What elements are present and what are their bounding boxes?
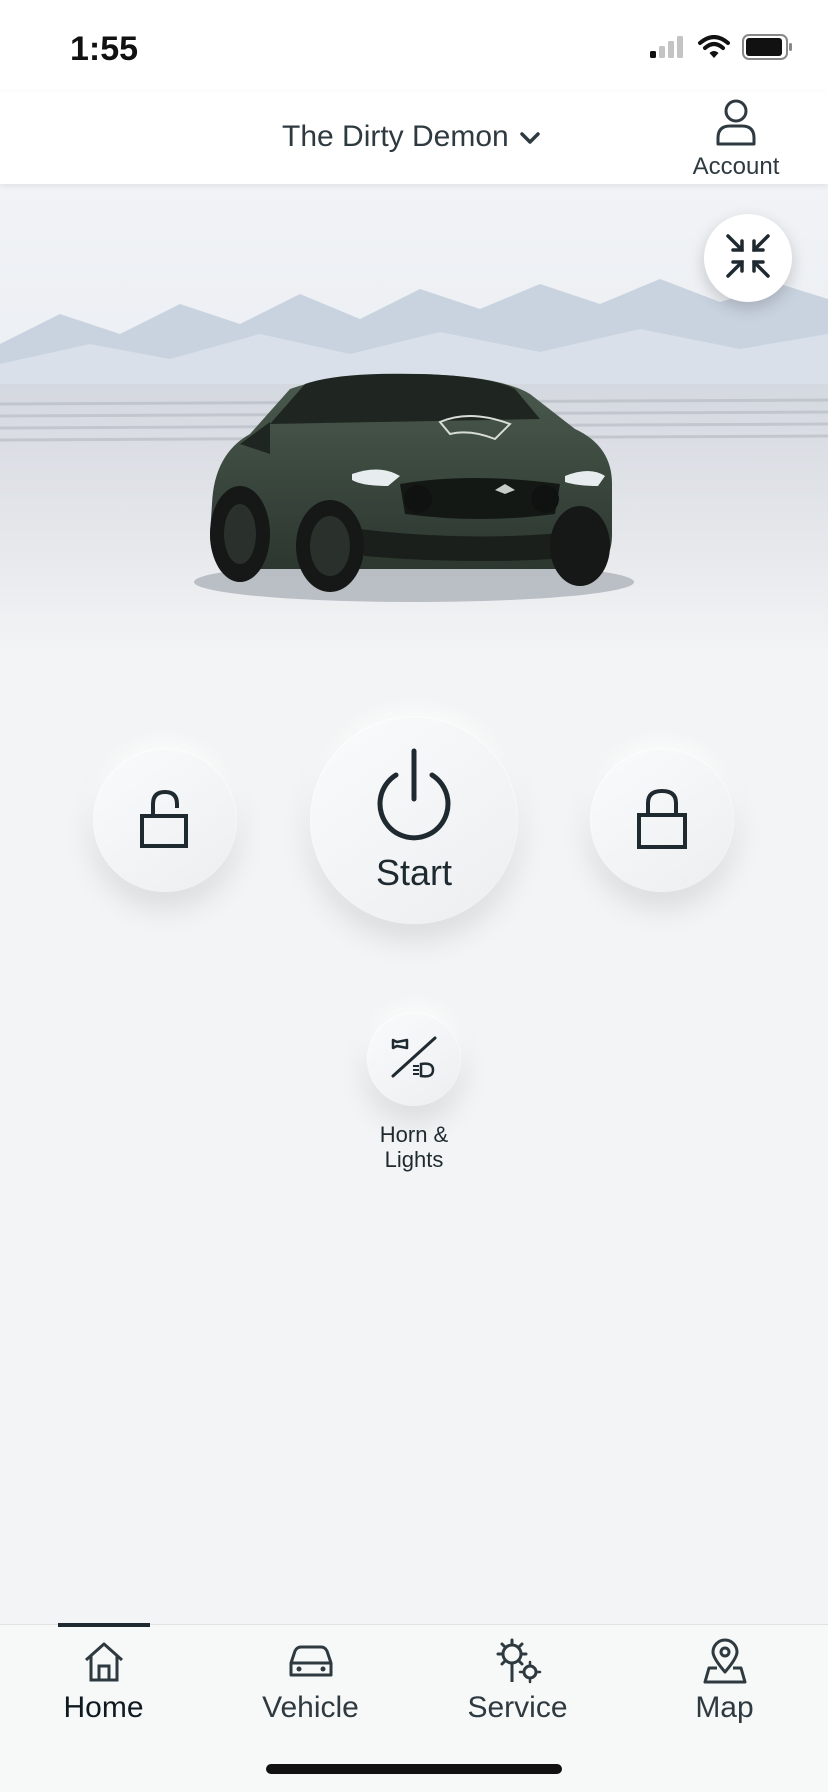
account-label: Account xyxy=(692,153,780,180)
wifi-icon xyxy=(698,34,730,64)
vehicle-hero xyxy=(0,184,828,654)
signal-icon xyxy=(650,35,686,63)
nav-vehicle[interactable]: Vehicle xyxy=(207,1625,414,1735)
collapse-button[interactable] xyxy=(704,214,792,302)
map-pin-icon xyxy=(703,1637,747,1685)
nav-map[interactable]: Map xyxy=(621,1625,828,1735)
nav-home-label: Home xyxy=(63,1691,144,1724)
vehicle-selector[interactable]: The Dirty Demon xyxy=(282,120,541,154)
home-icon xyxy=(82,1637,126,1685)
horn-label-line2: Lights xyxy=(384,1147,444,1172)
vehicle-name: The Dirty Demon xyxy=(282,120,509,153)
header: The Dirty Demon Account xyxy=(0,92,828,184)
horn-label-line1: Horn & xyxy=(379,1122,449,1147)
service-gears-icon xyxy=(494,1637,542,1685)
nav-vehicle-label: Vehicle xyxy=(262,1691,359,1724)
battery-icon xyxy=(742,33,794,65)
collapse-arrows-icon xyxy=(722,230,774,287)
nav-home[interactable]: Home xyxy=(0,1623,207,1735)
horn-lights-icon xyxy=(389,1034,439,1085)
account-button[interactable]: Account xyxy=(686,98,786,181)
power-icon xyxy=(372,747,456,848)
start-label: Start xyxy=(375,851,453,893)
horn-lights-label: Horn & Lights xyxy=(330,1122,498,1172)
active-tab-indicator xyxy=(58,1623,150,1627)
status-icons xyxy=(650,33,794,65)
nav-service-label: Service xyxy=(467,1691,568,1724)
nav-map-label: Map xyxy=(695,1691,754,1724)
nav-service[interactable]: Service xyxy=(414,1625,621,1735)
status-bar: 1:55 xyxy=(0,0,828,92)
unlock-icon xyxy=(139,788,191,853)
lock-button[interactable] xyxy=(590,748,734,892)
status-time: 1:55 xyxy=(70,30,139,68)
unlock-button[interactable] xyxy=(93,748,237,892)
account-icon xyxy=(714,98,758,151)
horn-and-lights-button[interactable] xyxy=(367,1012,461,1106)
car-icon xyxy=(287,1637,335,1685)
start-button[interactable]: Start xyxy=(310,716,518,924)
chevron-down-icon xyxy=(519,120,541,154)
lock-icon xyxy=(636,787,688,854)
home-indicator xyxy=(266,1764,562,1774)
